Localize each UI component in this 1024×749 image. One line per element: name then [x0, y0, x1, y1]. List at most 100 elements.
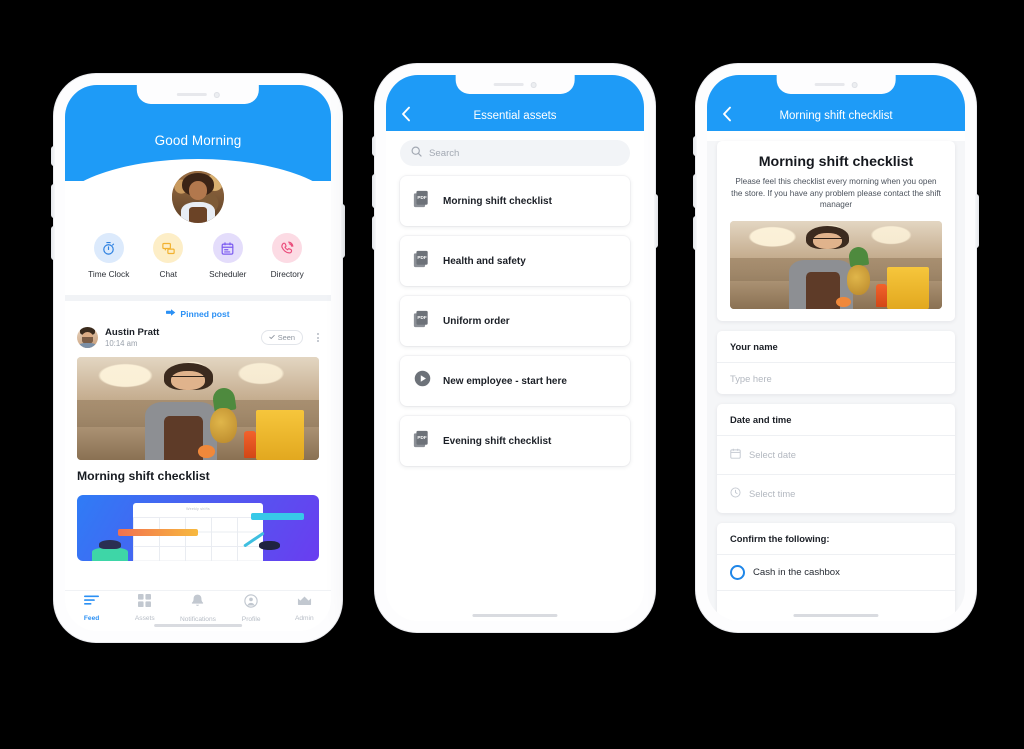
quick-action-label: Chat — [159, 269, 178, 279]
volume-up-button[interactable] — [693, 174, 697, 208]
confirm-option-label: Cash in the cashbox — [753, 566, 840, 578]
phone1-notch — [136, 85, 260, 104]
person-circle-icon — [244, 593, 258, 613]
list-item[interactable]: PDF Evening shift checklist — [400, 416, 630, 466]
svg-text:PDF: PDF — [417, 255, 426, 260]
phone3-notch — [776, 75, 896, 94]
field-label-row: Date and time — [717, 404, 955, 435]
pin-arrow-icon — [166, 308, 176, 319]
phone3-screen: Morning shift checklist Morning shift ch… — [707, 75, 965, 621]
quick-action-label: Directory — [270, 269, 304, 279]
speaker-grille-icon — [176, 92, 207, 97]
quick-action-scheduler[interactable]: Scheduler — [199, 233, 257, 279]
list-item[interactable]: PDF Uniform order — [400, 296, 630, 346]
speaker-grille-icon — [814, 82, 845, 87]
search-input[interactable]: Search — [400, 140, 630, 166]
user-avatar[interactable] — [168, 167, 228, 227]
form-datetime-card: Date and time Select date Select time — [717, 403, 955, 513]
front-camera-icon — [213, 91, 220, 98]
time-placeholder: Select time — [749, 488, 796, 500]
kebab-menu-icon[interactable] — [310, 333, 319, 343]
quick-action-directory[interactable]: Directory — [258, 233, 316, 279]
home-indicator — [793, 613, 879, 617]
back-button[interactable] — [397, 106, 415, 125]
tab-feed[interactable]: Feed — [67, 594, 117, 622]
tab-admin[interactable]: Admin — [279, 594, 329, 622]
status-badge[interactable]: Seen — [260, 330, 303, 346]
power-button[interactable] — [975, 194, 979, 248]
date-field[interactable]: Select date — [717, 434, 955, 474]
pdf-file-icon: PDF — [413, 249, 432, 273]
silent-switch[interactable] — [51, 146, 55, 166]
quick-action-label: Scheduler — [209, 269, 247, 279]
clock-icon — [730, 485, 741, 503]
field-label-row: Confirm the following: — [717, 523, 955, 554]
phone2-screen: Essential assets Search PDF Morning shif… — [386, 75, 644, 621]
post-author-meta: Austin Pratt 10:14 am — [105, 327, 254, 349]
bell-icon — [191, 594, 204, 613]
form-confirm-card: Confirm the following: Cash in the cashb… — [717, 522, 955, 621]
datetime-field-label: Date and time — [730, 413, 792, 425]
tab-label: Feed — [83, 615, 100, 622]
list-item[interactable]: PDF Health and safety — [400, 236, 630, 286]
seen-label: Seen — [277, 333, 295, 343]
volume-down-button[interactable] — [51, 226, 55, 260]
asset-label: Health and safety — [443, 255, 526, 267]
tab-label: Admin — [294, 615, 314, 622]
check-icon — [269, 333, 275, 342]
post-timestamp: 10:14 am — [105, 338, 138, 348]
page-title: Morning shift checklist — [779, 110, 893, 122]
home-indicator — [154, 623, 242, 627]
author-avatar[interactable] — [77, 327, 98, 349]
phone-mockup-feed: Good Morning Time Clock Chat Scheduler D… — [51, 74, 345, 642]
crown-icon — [297, 594, 312, 612]
form-heading: Morning shift checklist — [758, 154, 914, 170]
form-name-card: Your name Type here — [717, 330, 955, 394]
phone-mockup-assets: Essential assets Search PDF Morning shif… — [372, 64, 658, 632]
screenshot-stage: Good Morning Time Clock Chat Scheduler D… — [0, 0, 1024, 749]
asset-label: Uniform order — [443, 315, 510, 327]
tab-label: Assets — [134, 615, 155, 622]
quick-action-label: Time Clock — [88, 269, 130, 279]
list-item[interactable]: PDF Morning shift checklist — [400, 176, 630, 226]
time-field[interactable]: Select time — [717, 473, 955, 513]
field-label-row: Your name — [717, 331, 955, 362]
phone-icon — [272, 233, 303, 263]
calendar-icon — [730, 446, 741, 464]
promo-caption: Weekly shifts — [186, 506, 210, 511]
volume-down-button[interactable] — [693, 216, 697, 250]
post-author-name: Austin Pratt — [105, 327, 160, 338]
silent-switch[interactable] — [693, 136, 697, 156]
pdf-file-icon: PDF — [413, 309, 432, 333]
avatar-photo — [172, 171, 224, 223]
confirm-section-label: Confirm the following: — [730, 532, 830, 544]
quick-action-chat[interactable]: Chat — [139, 233, 197, 279]
grid-squares-icon — [138, 594, 152, 612]
radio-unchecked-icon[interactable] — [730, 564, 745, 580]
pinned-post-label: Pinned post — [180, 308, 230, 319]
promo-card[interactable]: Weekly shifts — [77, 494, 319, 561]
feed-list: Pinned post Austin Pratt 10:14 am Seen M… — [65, 301, 331, 561]
svg-text:PDF: PDF — [417, 195, 426, 200]
post-image — [77, 356, 319, 460]
stopwatch-icon — [93, 233, 124, 263]
confirm-option-row[interactable]: Cash in the cashbox — [717, 553, 955, 590]
tab-assets[interactable]: Assets — [120, 594, 170, 622]
list-item[interactable]: New employee - start here — [400, 356, 630, 406]
assets-body: Search PDF Morning shift checklist PDF H… — [386, 131, 644, 621]
volume-up-button[interactable] — [372, 174, 376, 208]
silent-switch[interactable] — [372, 136, 376, 156]
post-title: Morning shift checklist — [77, 468, 210, 483]
quick-action-time-clock[interactable]: Time Clock — [80, 233, 138, 279]
form-body: Morning shift checklist Please feel this… — [707, 141, 965, 621]
back-button[interactable] — [718, 106, 736, 125]
power-button[interactable] — [654, 194, 658, 248]
power-button[interactable] — [341, 204, 345, 258]
volume-up-button[interactable] — [51, 184, 55, 218]
tab-notifications[interactable]: Notifications — [173, 594, 223, 623]
pdf-file-icon: PDF — [413, 429, 432, 453]
name-field[interactable]: Type here — [717, 361, 955, 394]
asset-label: Evening shift checklist — [443, 435, 552, 447]
volume-down-button[interactable] — [372, 216, 376, 250]
tab-profile[interactable]: Profile — [226, 593, 276, 623]
